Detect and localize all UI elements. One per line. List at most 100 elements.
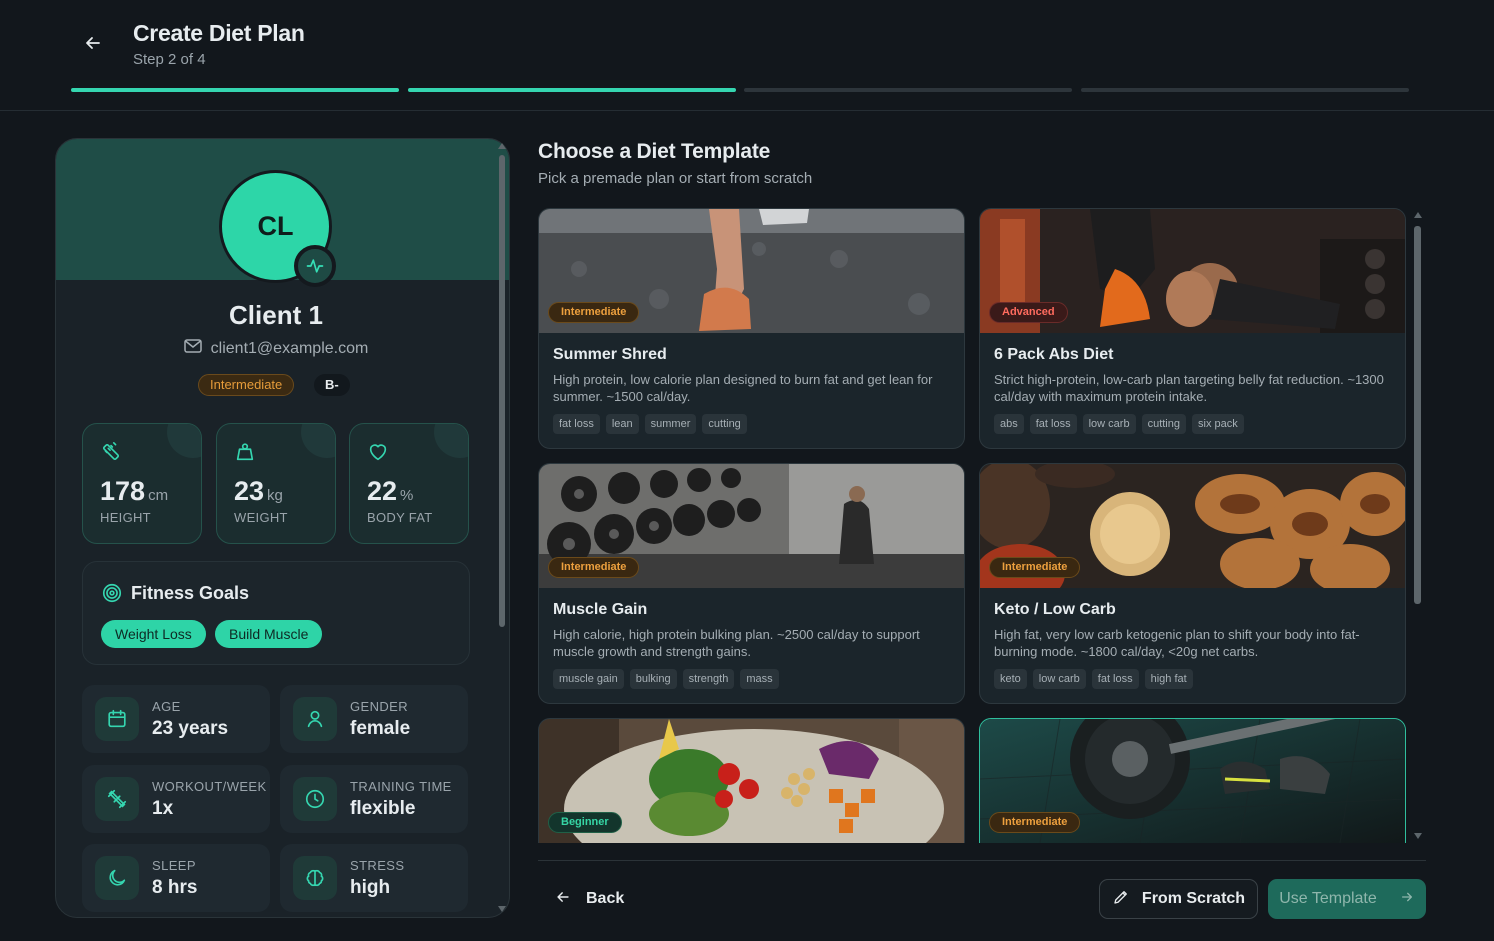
info-card-age: AGE 23 years xyxy=(82,685,270,753)
ruler-icon xyxy=(100,441,122,468)
grid-scroll-up-arrow[interactable] xyxy=(1414,212,1422,218)
stat-card-body-fat: 22% BODY FAT xyxy=(349,423,469,544)
tag: keto xyxy=(994,669,1027,689)
goal-chip: Weight Loss xyxy=(101,620,206,648)
level-chip: Intermediate xyxy=(989,557,1081,578)
template-name: Summer Shred xyxy=(553,346,667,363)
info-label: WORKOUT/WEEK xyxy=(152,779,267,794)
step-indicator: Step 2 of 4 xyxy=(133,51,206,68)
grid-scroll-down-arrow[interactable] xyxy=(1414,833,1422,839)
stat-value: 178 xyxy=(100,476,146,506)
info-card-stress: STRESS high xyxy=(280,844,468,912)
stat-unit: % xyxy=(400,487,414,504)
template-image: Intermediate xyxy=(980,464,1405,588)
use-template-button[interactable]: Use Template xyxy=(1268,879,1426,919)
tag: fat loss xyxy=(1029,414,1077,434)
footer-divider xyxy=(538,860,1426,861)
grade-badge: B- xyxy=(314,374,350,396)
client-email: client1@example.com xyxy=(210,339,369,357)
template-image: Intermediate xyxy=(980,719,1405,843)
moon-icon xyxy=(95,856,139,900)
arrow-left-icon xyxy=(554,888,572,911)
brain-icon xyxy=(293,856,337,900)
info-card-workout: WORKOUT/WEEK 1x xyxy=(82,765,270,833)
level-chip: Beginner xyxy=(548,812,622,833)
tag: summer xyxy=(644,414,697,434)
pencil-icon xyxy=(1112,888,1130,911)
back-arrow-icon[interactable] xyxy=(82,32,104,54)
level-chip: Intermediate xyxy=(989,812,1081,833)
scroll-down-arrow[interactable] xyxy=(498,906,506,912)
progress-segment-2 xyxy=(408,88,736,92)
from-scratch-label: From Scratch xyxy=(1141,890,1246,907)
mail-icon xyxy=(183,339,202,358)
info-card-training-time: TRAINING TIME flexible xyxy=(280,765,468,833)
tag: fat loss xyxy=(1091,669,1139,689)
scroll-up-arrow[interactable] xyxy=(498,143,506,149)
back-label: Back xyxy=(586,890,625,907)
left-panel-scrollbar[interactable] xyxy=(499,155,505,627)
template-image: Beginner xyxy=(539,719,964,843)
tag: cutting xyxy=(1141,414,1186,434)
templates-scrollbar[interactable] xyxy=(1414,226,1421,604)
stat-label: WEIGHT xyxy=(234,510,288,525)
info-label: GENDER xyxy=(350,699,409,714)
template-name: 6 Pack Abs Diet xyxy=(994,346,1114,363)
heart-icon xyxy=(367,441,389,468)
calendar-icon xyxy=(95,697,139,741)
back-button[interactable]: Back xyxy=(548,880,630,918)
user-icon xyxy=(293,697,337,741)
template-card-intermediate[interactable]: Intermediate xyxy=(979,718,1406,843)
level-chip: Advanced xyxy=(989,302,1068,323)
info-card-gender: GENDER female xyxy=(280,685,468,753)
info-value: 23 years xyxy=(152,718,229,739)
template-image: Intermediate xyxy=(539,209,964,333)
tag: cutting xyxy=(702,414,747,434)
tag: muscle gain xyxy=(553,669,624,689)
tag: abs xyxy=(994,414,1024,434)
arrow-right-icon xyxy=(1399,889,1415,910)
stat-unit: kg xyxy=(267,487,283,504)
stat-label: HEIGHT xyxy=(100,510,151,525)
stat-card-height: 178 cm HEIGHT xyxy=(82,423,202,544)
tag: high fat xyxy=(1144,669,1193,689)
info-value: female xyxy=(350,718,411,739)
progress-segment-1 xyxy=(71,88,399,92)
weight-icon xyxy=(234,441,256,468)
template-card-keto[interactable]: Intermediate Keto / Low Carb High fat, v… xyxy=(979,463,1406,704)
clock-icon xyxy=(293,777,337,821)
tag: low carb xyxy=(1032,669,1086,689)
templates-subtitle: Pick a premade plan or start from scratc… xyxy=(538,170,813,187)
activity-icon xyxy=(294,245,336,287)
tag: low carb xyxy=(1082,414,1136,434)
template-card-muscle-gain[interactable]: Intermediate Muscle Gain High calorie, h… xyxy=(538,463,965,704)
tag: lean xyxy=(605,414,639,434)
template-description: High fat, very low carb ketogenic plan t… xyxy=(994,627,1360,659)
tag: fat loss xyxy=(553,414,600,434)
template-description: Strict high-protein, low-carb plan targe… xyxy=(994,372,1384,404)
tag: bulking xyxy=(629,669,677,689)
template-card-6-pack-abs[interactable]: Advanced 6 Pack Abs Diet Strict high-pro… xyxy=(979,208,1406,449)
templates-title: Choose a Diet Template xyxy=(538,140,771,163)
info-label: STRESS xyxy=(350,858,405,873)
stat-card-weight: 23 kg WEIGHT xyxy=(216,423,336,544)
tag: mass xyxy=(740,669,779,689)
info-label: SLEEP xyxy=(152,858,196,873)
progress-segment-4 xyxy=(1081,88,1409,92)
client-profile-panel: CL Client 1 client1@example.com Intermed… xyxy=(55,138,510,918)
target-icon xyxy=(101,582,123,609)
level-badge: Intermediate xyxy=(198,374,295,396)
dumbbell-icon xyxy=(95,777,139,821)
client-name: Client 1 xyxy=(229,300,323,330)
tag-list: muscle gain bulking strength mass xyxy=(553,669,779,689)
info-label: TRAINING TIME xyxy=(350,779,452,794)
template-card-summer-shred[interactable]: Intermediate Summer Shred High protein, … xyxy=(538,208,965,449)
page-title: Create Diet Plan xyxy=(133,20,305,46)
from-scratch-button[interactable]: From Scratch xyxy=(1099,879,1258,919)
info-value: 8 hrs xyxy=(152,877,198,898)
info-value: 1x xyxy=(152,798,174,819)
tag-list: fat loss lean summer cutting xyxy=(553,414,747,434)
template-card-beginner[interactable]: Beginner xyxy=(538,718,965,843)
progress-segment-3 xyxy=(744,88,1072,92)
stat-value: 22 xyxy=(367,476,398,506)
